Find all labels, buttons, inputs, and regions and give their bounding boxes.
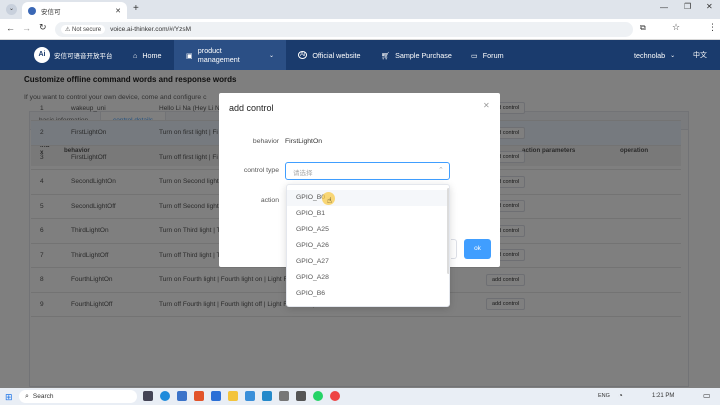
vscode-icon[interactable] (262, 391, 272, 401)
whatsapp-icon[interactable] (313, 391, 323, 401)
chevron-down-icon: ⌄ (268, 52, 274, 59)
tab-title: 安信可 (41, 8, 61, 16)
cancel-button[interactable] (451, 239, 457, 259)
nav-home[interactable]: ⌂ Home (127, 40, 173, 70)
clock[interactable]: 1:21 PM (652, 393, 674, 399)
ai-icon: Ai (298, 51, 308, 59)
windows-taskbar: ⊞ ⌕ Search ENG ◔ 1:21 PM ▭ (0, 388, 720, 405)
url-text: voice.ai-thinker.com/#/YzsM (110, 26, 191, 33)
new-tab-button[interactable]: + (133, 3, 139, 14)
dropdown-option[interactable]: GPIO_A28 (287, 270, 449, 286)
task-view-icon[interactable] (143, 391, 153, 401)
behavior-value: FirstLightOn (285, 138, 323, 145)
wifi-icon[interactable]: ◔ (618, 391, 623, 400)
forward-icon[interactable]: → (22, 23, 31, 33)
office-icon[interactable] (194, 391, 204, 401)
language-switch[interactable]: 中文 (693, 50, 707, 60)
app-icon[interactable] (279, 391, 289, 401)
search-icon: ⌕ (25, 392, 29, 400)
photos-icon[interactable] (245, 391, 255, 401)
cart-icon: 🛒︎ (381, 50, 391, 60)
taskbar-search-label: Search (32, 393, 54, 400)
star-icon[interactable]: ☆ (672, 22, 680, 33)
nav-website-label: Official website (312, 50, 361, 60)
browser-tab[interactable]: 安信可 ✕ (22, 2, 127, 19)
nav-purchase-label: Sample Purchase (395, 50, 452, 60)
dialog-title: add control (229, 103, 274, 113)
dropdown-option[interactable]: GPIO_B0 (287, 190, 449, 206)
browser-tab-bar: ⌄ 安信可 ✕ + — ❐ ✕ (0, 0, 720, 19)
cursor-icon: ☝ (327, 196, 332, 205)
explorer-icon[interactable] (228, 391, 238, 401)
url-field[interactable]: ⚠ Not secure voice.ai-thinker.com/#/YzsM (55, 22, 633, 37)
dropdown-option[interactable]: GPIO_A26 (287, 238, 449, 254)
control-type-dropdown: GPIO_B0 GPIO_B1 GPIO_A25 GPIO_A26 GPIO_A27 GP… (286, 184, 450, 307)
files-icon[interactable] (296, 391, 306, 401)
nav-product-management[interactable]: ▣ product management ⌄ (174, 40, 286, 70)
control-type-select[interactable]: 请选择 ⌃ (285, 162, 450, 180)
security-chip[interactable]: ⚠ Not secure (61, 25, 106, 34)
user-name: technolab (634, 50, 666, 60)
security-label: Not secure (72, 27, 102, 33)
nav-forum[interactable]: ▭ Forum (459, 40, 516, 70)
edge-icon[interactable] (160, 391, 170, 401)
tab-search-icon[interactable]: ⌄ (6, 4, 17, 15)
address-bar: ← → ↻ ⚠ Not secure voice.ai-thinker.com/… (0, 19, 720, 40)
taskbar-lang[interactable]: ENG (598, 393, 610, 399)
windows-start-icon[interactable]: ⊞ (5, 392, 13, 403)
action-label: action (260, 197, 279, 204)
behavior-label: behavior (252, 138, 279, 145)
user-menu[interactable]: technolab ⌄ (622, 40, 687, 70)
logo-text: 安信可语音开放平台 (54, 53, 113, 60)
nav-forum-label: Forum (482, 50, 504, 60)
dropdown-option[interactable]: GPIO_B7 (287, 302, 449, 306)
translate-icon[interactable]: ⧉ (640, 23, 646, 33)
close-window-icon[interactable]: ✕ (706, 2, 713, 11)
menu-icon[interactable]: ⋮ (708, 22, 717, 33)
chevron-up-icon: ⌃ (438, 167, 444, 174)
home-icon: ⌂ (133, 50, 138, 60)
box-icon: ▣ (186, 50, 193, 60)
nav-official-website[interactable]: Ai Official website (286, 40, 373, 70)
chrome-icon[interactable] (330, 391, 340, 401)
back-icon[interactable]: ← (6, 23, 15, 33)
minimize-icon[interactable]: — (660, 3, 668, 12)
nav-home-label: Home (142, 50, 162, 60)
taskbar-apps (143, 391, 340, 401)
notification-icon[interactable]: ▭ (703, 391, 711, 400)
mail-icon[interactable] (211, 391, 221, 401)
nav-sample-purchase[interactable]: 🛒︎ Sample Purchase (369, 40, 464, 70)
dropdown-scrollbar[interactable] (447, 188, 449, 274)
reload-icon[interactable]: ↻ (39, 22, 47, 33)
dropdown-option[interactable]: GPIO_B1 (287, 206, 449, 222)
dialog-close-icon[interactable]: ✕ (483, 101, 490, 110)
ok-button[interactable]: ok (464, 239, 491, 259)
favicon-icon (28, 6, 36, 15)
control-type-label: control type (243, 167, 279, 174)
site-navbar: Ai 安信可语音开放平台 ⌂ Home ▣ product management ⌄ … (0, 40, 720, 70)
dropdown-option[interactable]: GPIO_A25 (287, 222, 449, 238)
tab-close-icon[interactable]: ✕ (115, 7, 121, 15)
dropdown-option[interactable]: GPIO_B6 (287, 286, 449, 302)
dropdown-option[interactable]: GPIO_A27 (287, 254, 449, 270)
nav-product-label: product management (197, 46, 240, 64)
chevron-down-icon: ⌄ (670, 52, 676, 59)
maximize-icon[interactable]: ❐ (684, 2, 691, 11)
logo-icon: Ai (34, 47, 50, 63)
control-type-placeholder: 请选择 (293, 170, 313, 177)
forum-icon: ▭ (471, 50, 478, 60)
taskbar-search[interactable]: ⌕ Search (19, 390, 137, 403)
store-icon[interactable] (177, 391, 187, 401)
